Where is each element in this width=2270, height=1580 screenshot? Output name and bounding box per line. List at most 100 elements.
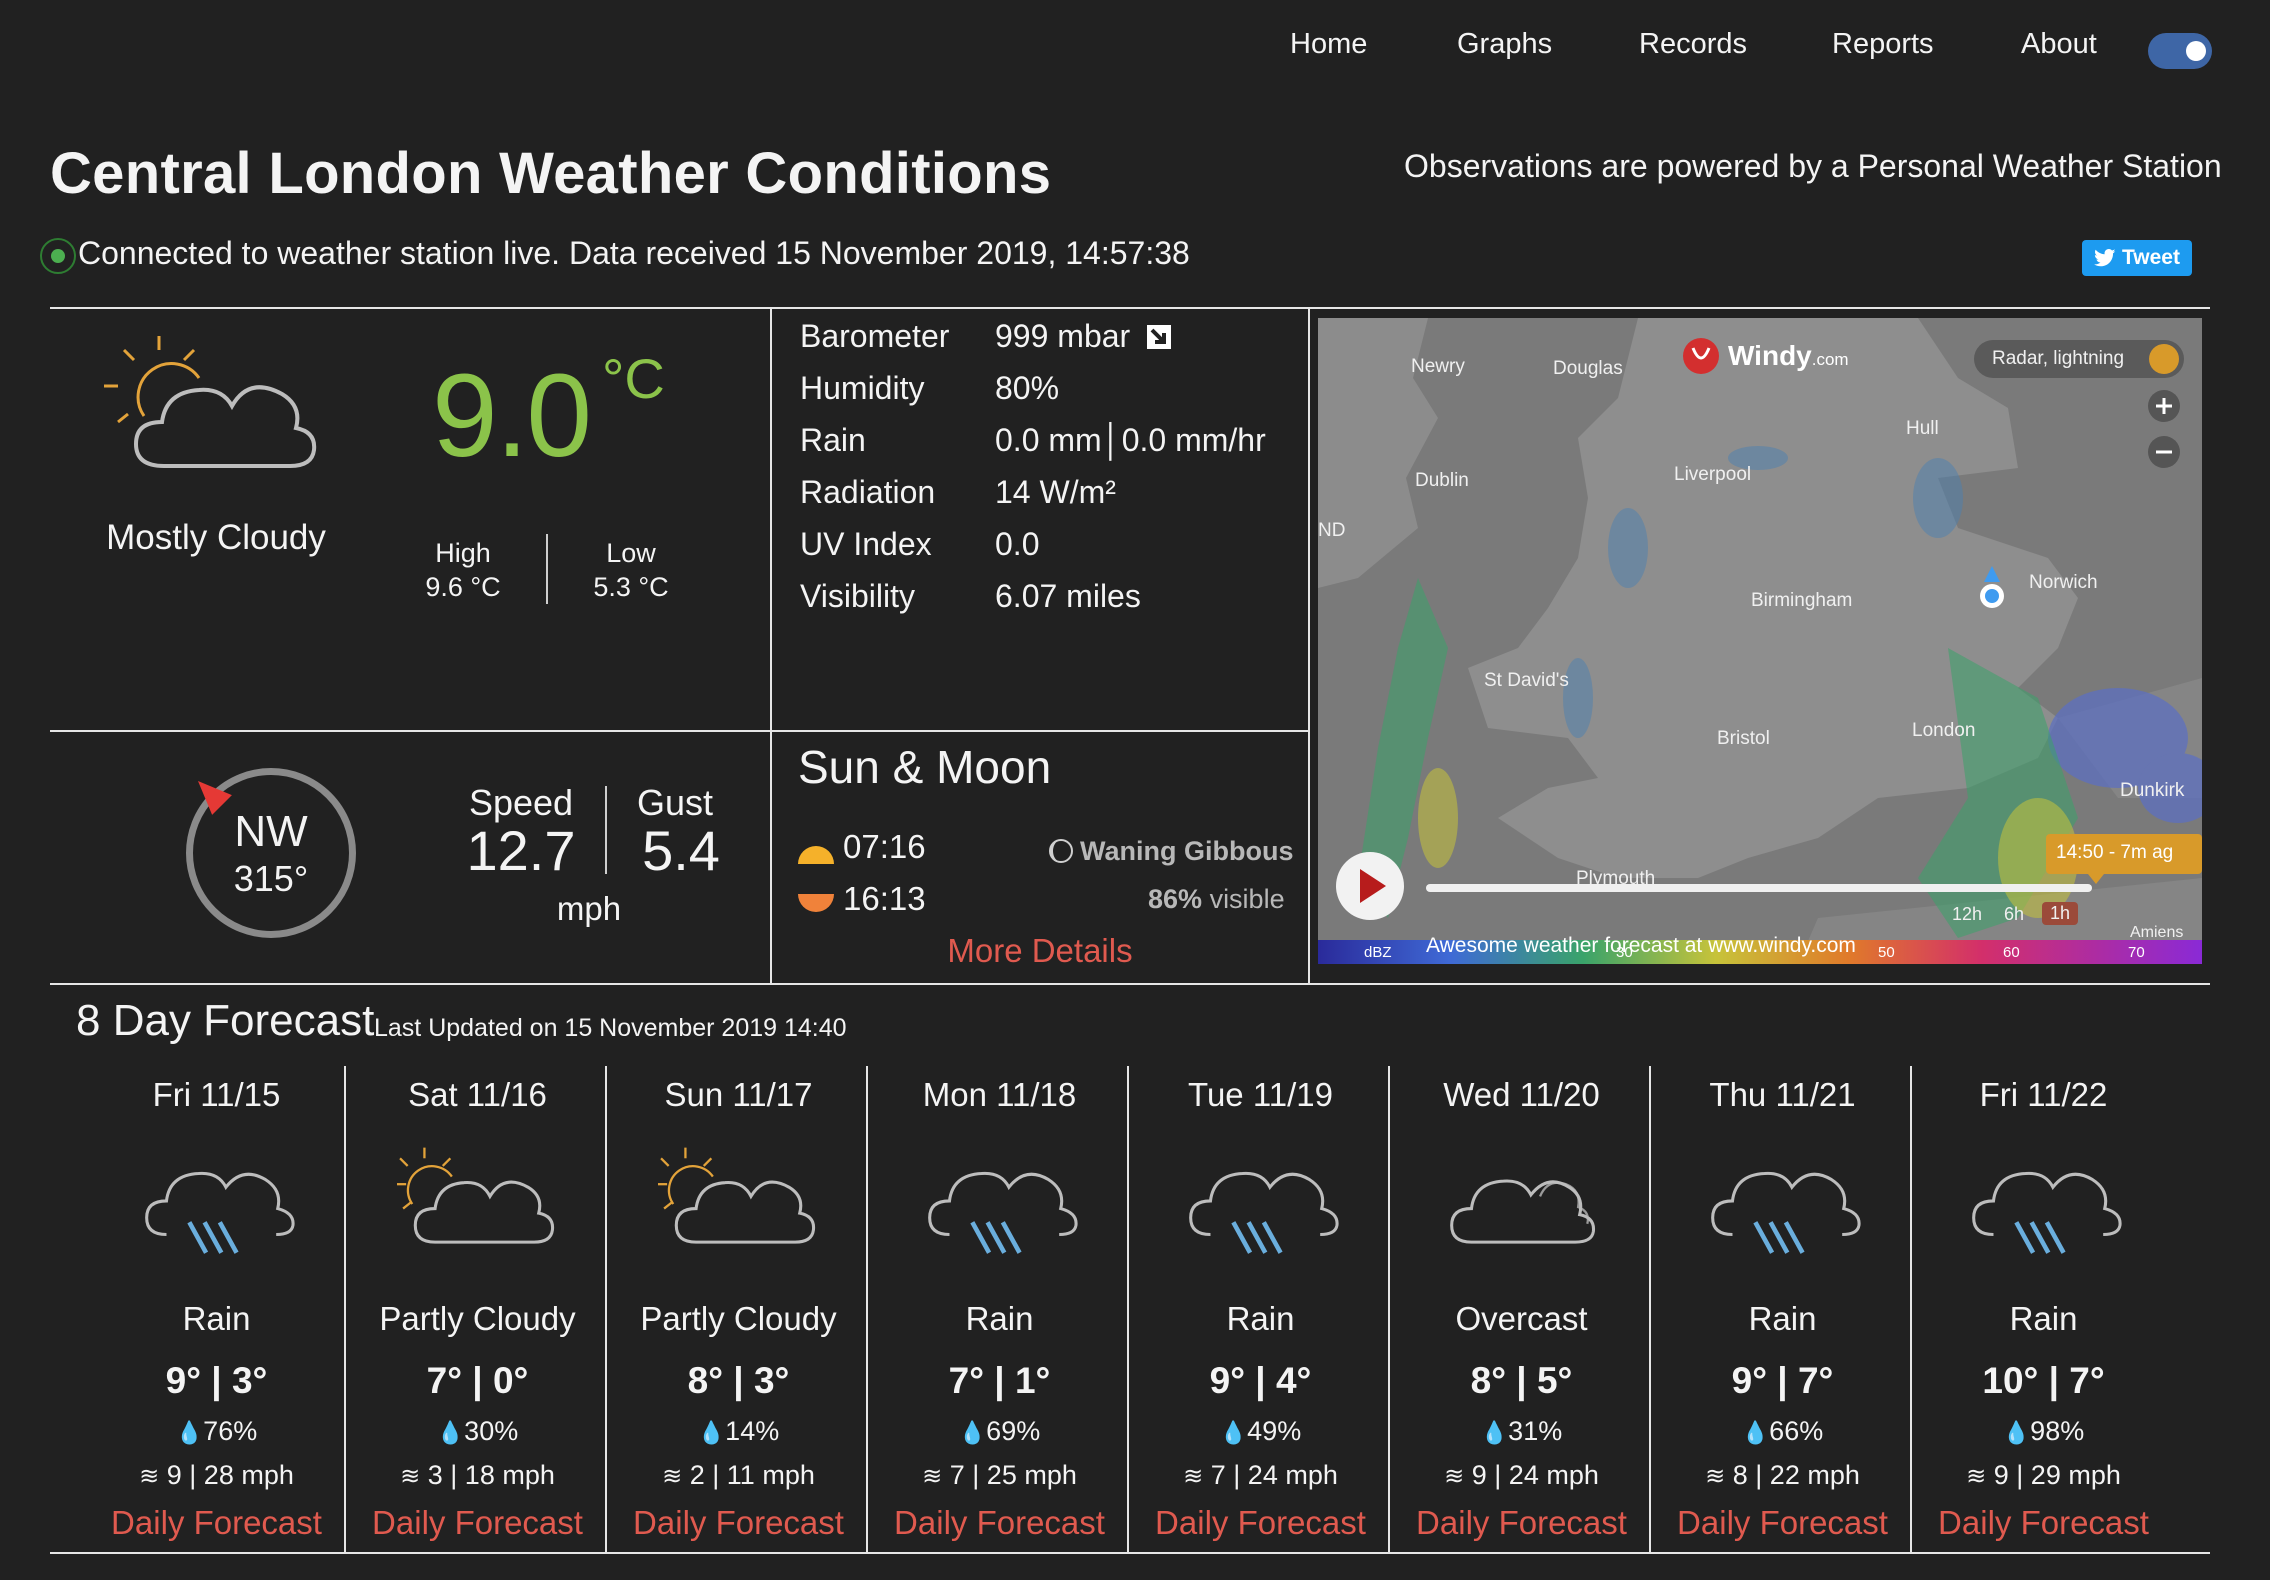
day-wind: ≋ 7 | 24 mph (1183, 1460, 1338, 1490)
powered-by-text: Observations are powered by a Personal W… (1404, 148, 2222, 184)
moon-visibility: 86% visible (1148, 884, 1285, 914)
day-precipitation: 💧30% (436, 1416, 519, 1446)
range-12h[interactable]: 12h (1952, 904, 1982, 925)
forecast-column-divider (344, 1066, 346, 1552)
theme-toggle[interactable] (2148, 33, 2212, 69)
day-name: Mon 11/18 (922, 1076, 1077, 1113)
mostly-cloudy-icon (104, 336, 317, 468)
stat-value-barometer: 999 mbar (995, 318, 1172, 355)
day-wind: ≋ 9 | 28 mph (139, 1460, 294, 1490)
day-condition: Rain (965, 1300, 1034, 1337)
radar-time-badge: 14:50 - 7m ag (2056, 842, 2174, 863)
rain-icon (1189, 1171, 1339, 1254)
stat-label-visibility: Visibility (800, 578, 915, 614)
raindrop-icon: 💧 (958, 1420, 987, 1445)
raindrop-icon: 💧 (436, 1420, 465, 1445)
raindrop-icon: 💧 (175, 1420, 204, 1445)
moon-phase-icon (1049, 839, 1073, 863)
daily-forecast-link[interactable]: Daily Forecast (1913, 1504, 2174, 1542)
day-temperature: 9° | 7° (1731, 1360, 1834, 1401)
day-condition: Partly Cloudy (379, 1300, 576, 1337)
nav-about[interactable]: About (2021, 28, 2097, 61)
day-name: Thu 11/21 (1709, 1076, 1856, 1113)
forecast-column-divider (1127, 1066, 1129, 1552)
map-canvas[interactable] (1318, 318, 2202, 964)
map-label-norwich: Norwich (2029, 572, 2098, 593)
rain-icon (928, 1171, 1078, 1254)
daily-forecast-link[interactable]: Daily Forecast (608, 1504, 869, 1542)
falling-arrow-icon (1147, 325, 1172, 349)
nav-reports[interactable]: Reports (1832, 28, 1934, 61)
live-status-icon (40, 238, 76, 274)
forecast-column-divider (1388, 1066, 1390, 1552)
nav-home[interactable]: Home (1290, 28, 1367, 61)
forecast-title: 8 Day Forecast (76, 996, 375, 1045)
stat-label-uv: UV Index (800, 526, 932, 562)
raindrop-icon: 💧 (1741, 1420, 1770, 1445)
stat-label-barometer: Barometer (800, 318, 950, 354)
layer-selector[interactable]: Radar, lightning (1992, 348, 2124, 370)
day-name: Sat 11/16 (408, 1076, 547, 1113)
dbz-label: dBZ (1364, 944, 1392, 961)
daily-forecast-link[interactable]: Daily Forecast (347, 1504, 608, 1542)
day-precipitation: 💧98% (2002, 1416, 2085, 1446)
day-wind: ≋ 7 | 25 mph (922, 1460, 1077, 1490)
day-precipitation: 💧31% (1480, 1416, 1563, 1446)
stat-value-radiation: 14 W/m² (995, 474, 1116, 510)
daily-forecast-link[interactable]: Daily Forecast (1391, 1504, 1652, 1542)
rain-icon (1972, 1171, 2122, 1254)
stat-label-rain: Rain (800, 422, 866, 458)
range-1h[interactable]: 1h (2042, 902, 2079, 925)
map-label-bristol: Bristol (1717, 728, 1770, 749)
map-label-plymouth: Plymouth (1576, 868, 1656, 889)
wind-speed: 12.7 (466, 819, 576, 882)
day-wind: ≋ 3 | 18 mph (400, 1460, 555, 1490)
forecast-column-divider (1649, 1066, 1651, 1552)
dbz-tick-50: 50 (1878, 944, 1895, 961)
raindrop-icon: 💧 (1480, 1420, 1509, 1445)
daily-forecast-link[interactable]: Daily Forecast (1130, 1504, 1391, 1542)
wind-icon: ≋ (139, 1463, 160, 1490)
wind-icon: ≋ (1705, 1463, 1726, 1490)
sunrise-icon (798, 846, 834, 864)
dbz-tick-60: 60 (2003, 944, 2020, 961)
day-wind: ≋ 8 | 22 mph (1705, 1460, 1860, 1490)
nav-graphs[interactable]: Graphs (1457, 28, 1552, 61)
wind-unit: mph (556, 890, 622, 927)
dbz-tick-30: 30 (1616, 944, 1633, 961)
high-temp: High 9.6 °C (425, 538, 501, 602)
windy-footer-link[interactable]: Awesome weather forecast at www.windy.co… (1426, 934, 1856, 958)
wind-icon: ≋ (1444, 1463, 1465, 1490)
day-temperature: 8° | 5° (1470, 1360, 1573, 1401)
stat-value-uv: 0.0 (995, 526, 1040, 562)
rain-icon (145, 1171, 295, 1254)
day-condition: Rain (1748, 1300, 1817, 1337)
day-precipitation: 💧14% (697, 1416, 780, 1446)
range-6h[interactable]: 6h (2004, 904, 2024, 925)
day-condition: Overcast (1455, 1300, 1588, 1337)
day-temperature: 7° | 0° (426, 1360, 529, 1401)
overcast-icon (1450, 1179, 1596, 1244)
map-label-liverpool: Liverpool (1674, 464, 1752, 485)
map-label-birmingham: Birmingham (1751, 590, 1853, 611)
more-details-link[interactable]: More Details (898, 932, 1182, 970)
map-label-london: London (1912, 720, 1976, 741)
tweet-button[interactable]: Tweet (2082, 240, 2192, 276)
daily-forecast-link[interactable]: Daily Forecast (869, 1504, 1130, 1542)
raindrop-icon: 💧 (2002, 1420, 2031, 1445)
windy-logo[interactable]: Windy.com (1728, 340, 1849, 372)
map-label-hull: Hull (1906, 418, 1939, 439)
nav-records[interactable]: Records (1639, 28, 1747, 61)
day-condition: Partly Cloudy (640, 1300, 837, 1337)
day-name: Tue 11/19 (1188, 1076, 1333, 1113)
temperature-unit: °C (602, 347, 665, 410)
raindrop-icon: 💧 (1219, 1420, 1248, 1445)
radar-map[interactable]: Newry Douglas Hull Dublin Liverpool ND B… (1318, 318, 2202, 964)
connection-status: Connected to weather station live. Data … (78, 235, 1190, 271)
daily-forecast-link[interactable]: Daily Forecast (86, 1504, 347, 1542)
sun-moon-title: Sun & Moon (798, 741, 1052, 793)
wind-gust: 5.4 (642, 819, 720, 882)
daily-forecast-link[interactable]: Daily Forecast (1652, 1504, 1913, 1542)
forecast-column-divider (605, 1066, 607, 1552)
day-precipitation: 💧76% (175, 1416, 258, 1446)
